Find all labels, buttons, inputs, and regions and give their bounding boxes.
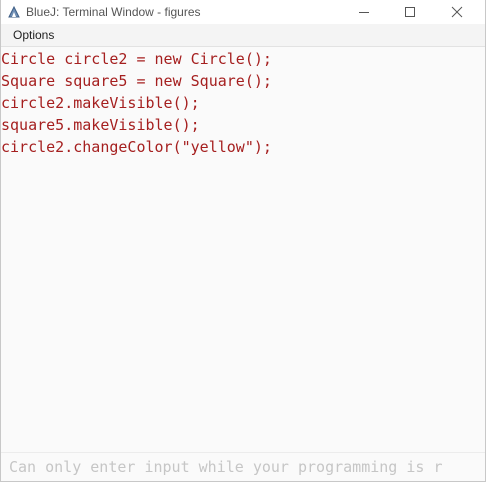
title-bar[interactable]: BlueJ: Terminal Window - figures xyxy=(1,0,485,24)
window-title: BlueJ: Terminal Window - figures xyxy=(26,5,201,19)
terminal-input-field[interactable] xyxy=(1,453,485,481)
bluej-icon xyxy=(7,5,21,19)
output-line: circle2.makeVisible(); xyxy=(1,94,200,112)
output-line: square5.makeVisible(); xyxy=(1,116,200,134)
minimize-button[interactable] xyxy=(341,0,387,24)
options-menu[interactable]: Options xyxy=(13,28,54,42)
close-button[interactable] xyxy=(434,0,480,24)
minimize-icon xyxy=(359,12,369,13)
output-line: Circle circle2 = new Circle(); xyxy=(1,50,272,68)
terminal-output[interactable]: Circle circle2 = new Circle(); Square sq… xyxy=(1,48,485,448)
maximize-icon xyxy=(405,7,415,17)
menu-bar: Options xyxy=(1,24,485,47)
input-area xyxy=(1,452,485,481)
output-line: Square square5 = new Square(); xyxy=(1,72,272,90)
output-line: circle2.changeColor("yellow"); xyxy=(1,138,272,156)
terminal-window: BlueJ: Terminal Window - figures Options… xyxy=(0,0,486,482)
close-icon xyxy=(451,6,463,18)
maximize-button[interactable] xyxy=(387,0,433,24)
